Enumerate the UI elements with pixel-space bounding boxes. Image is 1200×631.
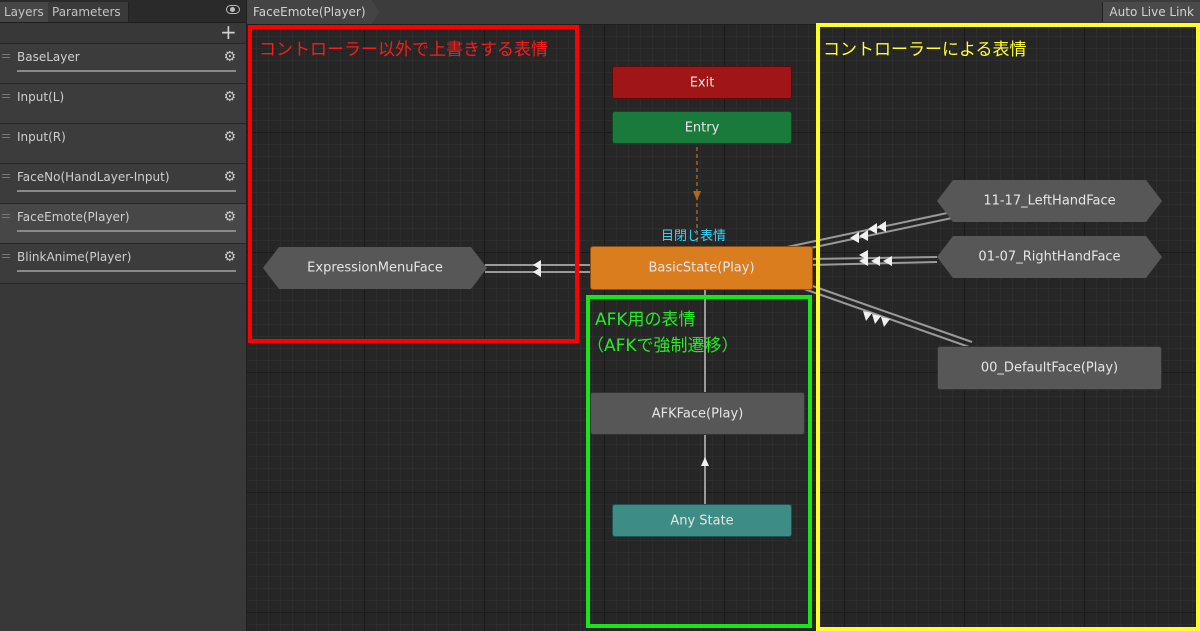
layer-item-input-r[interactable]: Input(R) ⚙ bbox=[0, 123, 246, 163]
eye-icon[interactable] bbox=[226, 5, 240, 14]
state-label: 00_DefaultFace(Play) bbox=[980, 360, 1119, 376]
layer-item-blinkanime[interactable]: BlinkAnime(Player) ⚙ bbox=[0, 243, 246, 284]
state-label: BasicState(Play) bbox=[648, 260, 755, 276]
layer-name: BaseLayer bbox=[17, 50, 80, 64]
state-label: 11-17_LeftHandFace bbox=[983, 193, 1116, 209]
drag-handle-icon[interactable] bbox=[2, 214, 10, 218]
breadcrumb-bar: FaceEmote(Player) Auto Live Link bbox=[247, 0, 1200, 25]
gear-icon[interactable]: ⚙ bbox=[223, 50, 236, 64]
layer-weight-bar bbox=[17, 270, 236, 272]
layer-weight-bar bbox=[17, 70, 236, 72]
layer-item-baselayer[interactable]: BaseLayer ⚙ bbox=[0, 43, 246, 83]
state-label: AFKFace(Play) bbox=[651, 406, 744, 421]
gear-icon[interactable]: ⚙ bbox=[223, 130, 236, 144]
layer-weight-bar bbox=[17, 230, 236, 232]
drag-handle-icon[interactable] bbox=[2, 134, 10, 138]
layer-name: FaceNo(HandLayer-Input) bbox=[17, 170, 170, 184]
layer-item-input-l[interactable]: Input(L) ⚙ bbox=[0, 83, 246, 123]
state-afk-face[interactable]: AFKFace(Play) bbox=[590, 392, 805, 435]
state-left-hand-face[interactable]: 11-17_LeftHandFace bbox=[937, 180, 1162, 222]
add-layer-button[interactable]: + bbox=[220, 22, 237, 42]
layer-name: Input(L) bbox=[17, 90, 65, 104]
controller-expressions-label: コントローラーによる表情 bbox=[823, 40, 1027, 60]
layer-item-faceemote[interactable]: FaceEmote(Player) ⚙ bbox=[0, 203, 246, 243]
breadcrumb[interactable]: FaceEmote(Player) bbox=[247, 0, 380, 24]
drag-handle-icon[interactable] bbox=[2, 174, 10, 178]
state-entry[interactable]: Entry bbox=[612, 111, 792, 144]
state-any[interactable]: Any State bbox=[612, 504, 792, 537]
afk-label: AFK用の表情 bbox=[595, 310, 696, 330]
state-expression-menu-face[interactable]: ExpressionMenuFace bbox=[263, 247, 487, 289]
state-label: ExpressionMenuFace bbox=[307, 260, 443, 276]
tab-parameters[interactable]: Parameters bbox=[48, 2, 129, 22]
state-label: Exit bbox=[689, 75, 715, 90]
state-machine-graph[interactable]: コントローラー以外で上書きする表情 コントローラーによる表情 AFK用の表情 （… bbox=[247, 23, 1200, 631]
gear-icon[interactable]: ⚙ bbox=[223, 90, 236, 104]
state-label: Entry bbox=[684, 120, 720, 135]
override-expressions-label: コントローラー以外で上書きする表情 bbox=[259, 40, 548, 60]
afk-forced-transition-label: （AFKで強制遷移） bbox=[587, 336, 739, 356]
state-basic[interactable]: BasicState(Play) bbox=[590, 246, 813, 290]
state-exit[interactable]: Exit bbox=[612, 66, 792, 99]
gear-icon[interactable]: ⚙ bbox=[223, 210, 236, 224]
layer-name: FaceEmote(Player) bbox=[17, 210, 130, 224]
state-right-hand-face[interactable]: 01-07_RightHandFace bbox=[937, 236, 1162, 278]
layer-item-faceno[interactable]: FaceNo(HandLayer-Input) ⚙ bbox=[0, 163, 246, 203]
controller-expressions-box bbox=[816, 23, 1200, 631]
gear-icon[interactable]: ⚙ bbox=[223, 250, 236, 264]
drag-handle-icon[interactable] bbox=[2, 94, 10, 98]
state-label: Any State bbox=[670, 513, 734, 528]
auto-live-link-button[interactable]: Auto Live Link bbox=[1102, 2, 1200, 22]
eyes-closed-label: 目閉じ表情 bbox=[661, 229, 727, 244]
state-default-face[interactable]: 00_DefaultFace(Play) bbox=[937, 346, 1162, 390]
drag-handle-icon[interactable] bbox=[2, 254, 10, 258]
layers-panel: Layers Parameters + BaseLayer ⚙ Input(L)… bbox=[0, 0, 247, 631]
layer-weight-bar bbox=[17, 190, 236, 192]
override-expressions-box bbox=[248, 25, 579, 343]
layer-name: BlinkAnime(Player) bbox=[17, 250, 132, 264]
tab-layers[interactable]: Layers bbox=[0, 2, 51, 22]
gear-icon[interactable]: ⚙ bbox=[223, 170, 236, 184]
drag-handle-icon[interactable] bbox=[2, 54, 10, 58]
state-label: 01-07_RightHandFace bbox=[978, 249, 1121, 265]
panel-tab-bar: Layers Parameters bbox=[0, 0, 246, 23]
layer-name: Input(R) bbox=[17, 130, 66, 144]
